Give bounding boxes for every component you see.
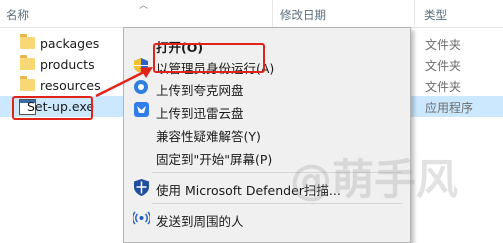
defender-icon bbox=[134, 179, 149, 196]
sort-arrow-icon: ︿ bbox=[139, 1, 149, 11]
file-type: 应用程序 bbox=[425, 101, 474, 115]
column-divider[interactable] bbox=[414, 0, 415, 27]
column-header-modified[interactable]: 修改日期 bbox=[280, 7, 326, 23]
file-name: products bbox=[40, 57, 95, 72]
column-header: 名称 ︿ 修改日期 类型 bbox=[0, 0, 503, 28]
folder-icon bbox=[20, 34, 35, 49]
file-name: resources bbox=[40, 78, 101, 93]
file-type: 文件夹 bbox=[425, 59, 462, 73]
folder-icon bbox=[20, 55, 35, 70]
menu-item-compat-troubleshoot[interactable]: 兼容性疑难解答(Y) bbox=[124, 122, 410, 144]
menu-item-send-nearby[interactable]: 发送到周围的人 bbox=[124, 207, 410, 229]
menu-item-upload-xunlei[interactable]: 上传到迅雷云盘 bbox=[124, 99, 410, 121]
highlight-box-file bbox=[12, 96, 93, 120]
cloud-disk-icon bbox=[134, 80, 148, 94]
watermark: @萌手风 bbox=[290, 155, 459, 204]
file-type: 文件夹 bbox=[425, 80, 462, 94]
file-name: packages bbox=[40, 36, 100, 51]
xunlei-icon bbox=[134, 102, 149, 117]
folder-icon bbox=[20, 76, 35, 91]
column-header-type[interactable]: 类型 bbox=[424, 7, 447, 23]
menu-item-label: 兼容性疑难解答(Y) bbox=[156, 129, 261, 144]
highlight-box-run-as-admin bbox=[153, 43, 265, 73]
nearby-share-icon bbox=[133, 211, 150, 225]
file-type: 文件夹 bbox=[425, 38, 462, 52]
column-divider[interactable] bbox=[272, 0, 273, 27]
column-header-name[interactable]: 名称 bbox=[6, 7, 29, 23]
menu-item-label: 发送到周围的人 bbox=[156, 214, 244, 229]
shield-icon bbox=[134, 58, 148, 73]
menu-item-label: 固定到"开始"屏幕(P) bbox=[156, 152, 273, 167]
menu-item-label: 上传到迅雷云盘 bbox=[156, 106, 244, 121]
menu-item-upload-kuake[interactable]: 上传到夸克网盘 bbox=[124, 76, 410, 98]
menu-item-label: 上传到夸克网盘 bbox=[156, 83, 244, 98]
